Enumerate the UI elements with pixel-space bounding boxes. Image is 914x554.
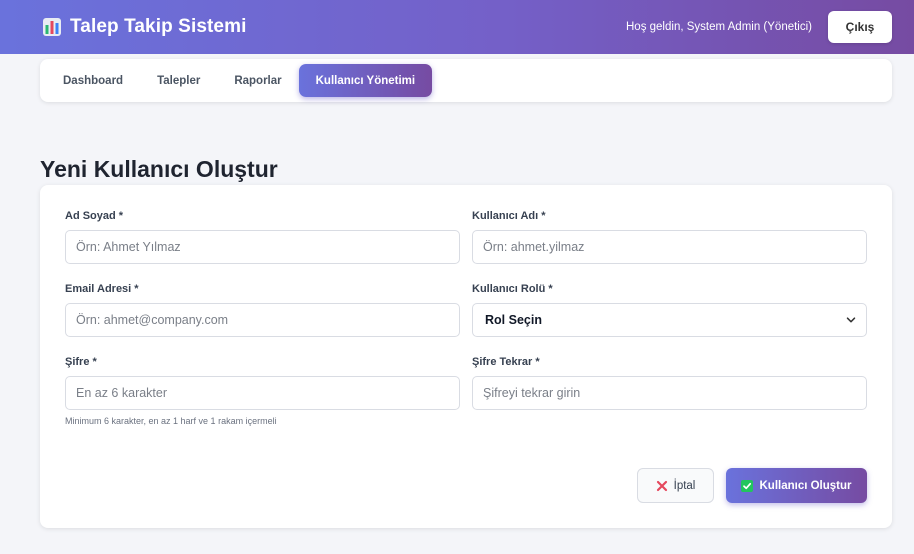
password-confirm-label: Şifre Tekrar * <box>472 356 540 368</box>
role-field: Kullanıcı Rolü * Rol Seçin <box>472 283 867 337</box>
chevron-down-icon <box>846 317 856 323</box>
main-nav: Dashboard Talepler Raporlar Kullanıcı Yö… <box>40 59 892 102</box>
password-input[interactable] <box>65 376 460 410</box>
app-title: Talep Takip Sistemi <box>70 16 247 37</box>
tab-talepler[interactable]: Talepler <box>140 64 217 97</box>
full-name-input[interactable] <box>65 230 460 264</box>
username-input[interactable] <box>472 230 867 264</box>
create-user-label: Kullanıcı Oluştur <box>759 479 852 492</box>
bar-chart-icon <box>43 18 61 36</box>
username-field: Kullanıcı Adı * <box>472 210 867 264</box>
full-name-label: Ad Soyad * <box>65 210 124 222</box>
tab-dashboard[interactable]: Dashboard <box>46 64 140 97</box>
user-area: Hoş geldin, System Admin (Yönetici) Çıkı… <box>626 11 892 43</box>
email-field: Email Adresi * <box>65 283 460 337</box>
create-user-form: Ad Soyad * Kullanıcı Adı * Email Adresi … <box>40 185 892 528</box>
role-select[interactable]: Rol Seçin <box>472 303 867 337</box>
tab-kullanici-yonetimi[interactable]: Kullanıcı Yönetimi <box>298 64 433 97</box>
create-user-button[interactable]: Kullanıcı Oluştur <box>726 468 867 503</box>
logout-button[interactable]: Çıkış <box>828 11 892 43</box>
password-confirm-input[interactable] <box>472 376 867 410</box>
full-name-field: Ad Soyad * <box>65 210 460 264</box>
username-label: Kullanıcı Adı * <box>472 210 546 222</box>
close-icon <box>656 480 667 491</box>
page-title: Yeni Kullanıcı Oluştur <box>40 156 278 182</box>
top-header: Talep Takip Sistemi Hoş geldin, System A… <box>0 0 914 54</box>
password-label: Şifre * <box>65 356 97 368</box>
check-icon <box>741 479 754 492</box>
cancel-button[interactable]: İptal <box>637 468 714 503</box>
cancel-label: İptal <box>673 479 696 492</box>
tab-raporlar[interactable]: Raporlar <box>217 64 298 97</box>
email-input[interactable] <box>65 303 460 337</box>
password-confirm-field: Şifre Tekrar * <box>472 356 867 410</box>
brand: Talep Takip Sistemi <box>42 16 246 38</box>
password-hint: Minimum 6 karakter, en az 1 harf ve 1 ra… <box>65 416 277 426</box>
welcome-text: Hoş geldin, System Admin (Yönetici) <box>626 21 812 33</box>
role-select-value: Rol Seçin <box>485 313 542 327</box>
role-label: Kullanıcı Rolü * <box>472 283 553 295</box>
password-field: Şifre * Minimum 6 karakter, en az 1 harf… <box>65 356 460 426</box>
email-label: Email Adresi * <box>65 283 139 295</box>
